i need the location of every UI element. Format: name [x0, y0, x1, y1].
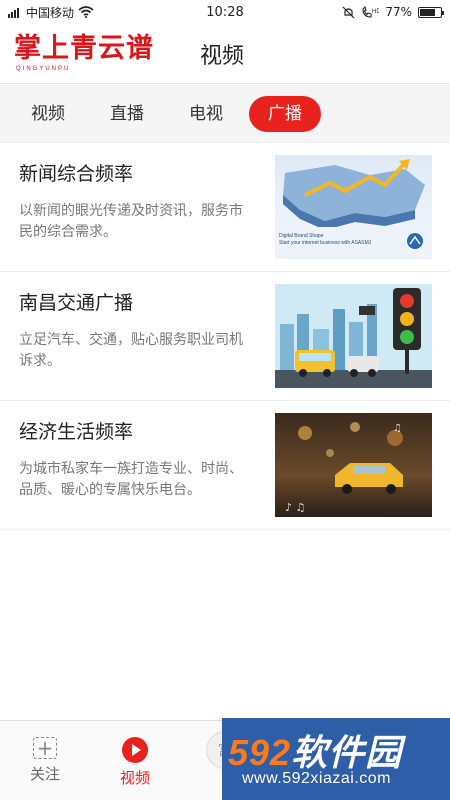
- watermark-brand: 592软件园: [228, 724, 402, 776]
- watermark-brand-text: 软件园: [291, 732, 403, 773]
- tab-radio[interactable]: 广播: [249, 95, 321, 132]
- item-text: 经济生活频率 为城市私家车一族打造专业、时尚、品质、暖心的专属快乐电台。: [0, 401, 255, 529]
- nav-label: 关注: [29, 765, 60, 783]
- svg-text:♪ ♫: ♪ ♫: [285, 501, 305, 514]
- category-tabs: 视频 直播 电视 广播: [0, 85, 450, 143]
- carrier-name: 中国移动: [26, 5, 75, 20]
- watermark: 592软件园 www.592xiazai.com: [222, 718, 450, 800]
- channel-desc: 立足汽车、交通，贴心服务职业司机诉求。: [19, 332, 243, 369]
- channel-title: 南昌交通广播: [19, 292, 134, 314]
- wifi-icon: [78, 6, 94, 18]
- status-right: HD 77%: [292, 5, 444, 19]
- logo-text: 掌上青云谱: [14, 32, 154, 64]
- app-header: 掌上青云谱 QINGYUNPU 视频: [0, 24, 450, 84]
- app-logo: 掌上青云谱 QINGYUNPU: [14, 33, 154, 75]
- signal-icon: [8, 7, 19, 18]
- item-text: 南昌交通广播 立足汽车、交通，贴心服务职业司机诉求。: [0, 272, 255, 400]
- svg-text:Start your internet business w: Start your internet business with ASASMJ: [279, 240, 372, 246]
- nav-video[interactable]: 视频: [90, 721, 180, 800]
- channel-desc: 以新闻的眼光传递及时资讯，服务市民的综合需求。: [19, 203, 243, 240]
- tab-live[interactable]: 直播: [91, 96, 163, 132]
- status-left: 中国移动: [8, 4, 158, 21]
- channel-title: 经济生活频率: [19, 421, 134, 443]
- hd-call-icon: HD: [362, 5, 379, 18]
- business-map-chart-image: Digital Brand Shape Start your internet …: [275, 155, 432, 259]
- list-item[interactable]: 经济生活频率 为城市私家车一族打造专业、时尚、品质、暖心的专属快乐电台。 ♪ ♫: [0, 401, 450, 530]
- watermark-url: www.592xiazai.com: [242, 770, 391, 787]
- svg-text:Digital Brand Shape: Digital Brand Shape: [279, 233, 324, 239]
- battery-percent: 77%: [385, 5, 412, 19]
- list-item[interactable]: 新闻综合频率 以新闻的眼光传递及时资讯，服务市民的综合需求。 Digital B…: [0, 143, 450, 272]
- logo-subtext: QINGYUNPU: [16, 65, 71, 72]
- nav-follow[interactable]: + 关注: [0, 721, 90, 800]
- svg-text:♫: ♫: [393, 423, 402, 434]
- list-item[interactable]: 南昌交通广播 立足汽车、交通，贴心服务职业司机诉求。: [0, 272, 450, 401]
- page-title: 视频: [200, 43, 245, 69]
- rainy-taxi-music-image: ♪ ♫ ♫: [275, 413, 432, 517]
- play-circle-icon: [122, 737, 148, 763]
- plus-box-icon: +: [33, 737, 57, 759]
- svg-text:HD: HD: [372, 9, 379, 15]
- watermark-brand-num: 592: [228, 732, 292, 773]
- channel-desc: 为城市私家车一族打造专业、时尚、品质、暖心的专属快乐电台。: [19, 461, 243, 498]
- traffic-light-city-image: [275, 284, 432, 388]
- channel-title: 新闻综合频率: [19, 163, 134, 185]
- status-time: 10:28: [206, 4, 244, 20]
- channel-list: 新闻综合频率 以新闻的眼光传递及时资讯，服务市民的综合需求。 Digital B…: [0, 143, 450, 530]
- status-bar: 中国移动 10:28 HD 77%: [0, 0, 450, 24]
- item-text: 新闻综合频率 以新闻的眼光传递及时资讯，服务市民的综合需求。: [0, 143, 255, 271]
- tab-tv[interactable]: 电视: [170, 96, 242, 132]
- battery-icon: [418, 6, 444, 18]
- tab-video[interactable]: 视频: [12, 96, 84, 132]
- mute-icon: [342, 6, 355, 18]
- nav-label: 视频: [119, 769, 150, 787]
